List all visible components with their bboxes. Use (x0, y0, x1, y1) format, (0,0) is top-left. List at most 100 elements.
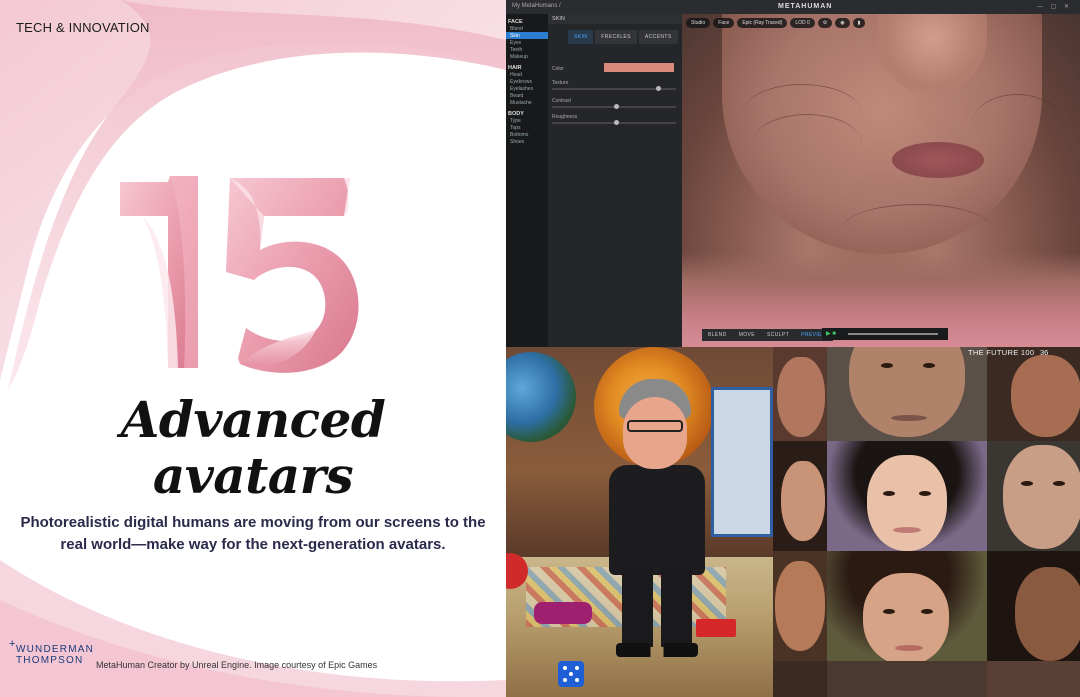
editorial-panel: TECH & INNOVATION Advanced avatars Photo… (0, 0, 506, 697)
metahuman-logo: METAHUMAN (778, 3, 833, 10)
sidebar-item-bottoms[interactable]: Bottoms (506, 131, 548, 138)
sidebar-item-eyebrows[interactable]: Eyebrows (506, 78, 548, 85)
article-title: Advanced avatars (0, 392, 506, 504)
sidebar-item-eyes[interactable]: Eyes (506, 39, 548, 46)
epic-ray-traced-button[interactable]: Epic (Ray Traced) (737, 18, 788, 28)
wrinkle-line (972, 94, 1062, 154)
play-icon[interactable]: ▶ ■ (826, 330, 836, 337)
viewport-toolbar: Studio Face Epic (Ray Traced) LOD 0 ⚙ ◉ … (686, 18, 866, 28)
contrast-property: Contrast (552, 98, 678, 109)
settings-icon[interactable]: ⚙ (817, 18, 833, 28)
sidebar-item-blend[interactable]: Blend (506, 25, 548, 32)
animation-timeline[interactable]: ▶ ■ (822, 328, 948, 340)
sidebar-item-tops[interactable]: Tops (506, 124, 548, 131)
wrinkle-line (842, 204, 992, 254)
title-line-1: Advanced (120, 390, 386, 449)
red-lego-brick (696, 619, 736, 637)
sidebar-item-eyelashes[interactable]: Eyelashes (506, 85, 548, 92)
face-tile (773, 661, 827, 697)
sidebar-item-beard[interactable]: Beard (506, 92, 548, 99)
contrast-slider-knob[interactable] (614, 104, 619, 109)
face-tile-man (987, 441, 1080, 551)
mode-blend[interactable]: BLEND (702, 329, 733, 341)
tab-freckles[interactable]: FRECKLES (595, 30, 637, 44)
figurine-jacket (609, 465, 705, 575)
face-tile-woman-black-hair (827, 441, 987, 551)
lips-render (892, 142, 984, 178)
texture-label: Texture (552, 80, 569, 86)
face-tile (827, 661, 987, 697)
timeline-scrubber[interactable] (848, 333, 938, 335)
face-tile-woman-brown-hair (827, 551, 987, 661)
sidebar-item-shoes[interactable]: Shoes (506, 138, 548, 145)
wrinkle-line (752, 114, 862, 174)
sidebar-item-makeup[interactable]: Makeup (506, 53, 548, 60)
lod-button[interactable]: LOD 0 (790, 18, 815, 28)
mode-sculpt[interactable]: SCULPT (761, 329, 796, 341)
panel-title: SKIN (548, 14, 682, 24)
roughness-property: Roughness (552, 114, 678, 125)
texture-slider[interactable] (552, 86, 676, 91)
face-tile (773, 441, 827, 551)
brand-line-1: WUNDERMAN (16, 644, 95, 655)
skin-color-swatch[interactable] (604, 63, 674, 72)
editor-title-bar: My MetaHumans / METAHUMAN — ▢ ✕ (506, 0, 1080, 14)
toy-car (534, 602, 592, 624)
editor-tab[interactable]: My MetaHumans / (512, 3, 561, 9)
editor-sidebar: FACE Blend Skin Eyes Teeth Makeup HAIR H… (506, 14, 548, 347)
earth-globe-prop (506, 352, 576, 442)
texture-property: Texture (552, 80, 678, 91)
brand-logo: + WUNDERMAN THOMPSON (9, 639, 95, 667)
color-property: Color (552, 63, 678, 72)
figurine-legs (622, 567, 692, 647)
face-tile (987, 551, 1080, 661)
sidebar-item-teeth[interactable]: Teeth (506, 46, 548, 53)
article-subtitle: Photorealistic digital humans are moving… (20, 514, 486, 553)
brand-line-2: THOMPSON (16, 655, 84, 666)
plus-icon: + (9, 638, 17, 650)
studio-button[interactable]: Studio (686, 18, 711, 28)
camera-icon[interactable]: ◉ (835, 18, 850, 28)
face-button[interactable]: Face (713, 18, 735, 28)
skin-tabs: SKIN FRECKLES ACCENTS (568, 30, 678, 44)
color-label: Color (552, 66, 564, 72)
big-number-15 (120, 176, 359, 373)
category-face: FACE (508, 19, 523, 25)
metahuman-editor-screenshot: My MetaHumans / METAHUMAN — ▢ ✕ FACE Ble… (506, 0, 1080, 347)
blue-dice (558, 661, 584, 687)
contrast-label: Contrast (552, 98, 571, 104)
window-controls-icon[interactable]: — ▢ ✕ (1037, 3, 1072, 10)
figurine-head (623, 397, 687, 469)
face-tile (987, 347, 1080, 441)
sidebar-item-skin[interactable]: Skin (506, 32, 548, 39)
category-hair: HAIR (508, 65, 522, 71)
figurine-photo (506, 347, 773, 697)
contrast-slider[interactable] (552, 104, 676, 109)
digital-faces-grid (773, 347, 1080, 697)
category-body: BODY (508, 111, 524, 117)
footer-publication-label: THE FUTURE 100 (968, 348, 1035, 357)
tab-skin[interactable]: SKIN (568, 30, 594, 44)
roughness-slider[interactable] (552, 120, 676, 125)
skin-properties-panel: SKIN SKIN FRECKLES ACCENTS Color Texture… (548, 14, 682, 347)
figurine-glasses (627, 420, 683, 432)
face-tile-older-man (827, 347, 987, 441)
face-tile (773, 551, 827, 661)
background-poster (711, 387, 773, 537)
mode-switcher: BLEND MOVE SCULPT PREVIEW (702, 329, 834, 341)
face-tile (773, 347, 827, 441)
texture-slider-knob[interactable] (656, 86, 661, 91)
sidebar-item-mustache[interactable]: Mustache (506, 99, 548, 106)
title-line-2: avatars (152, 446, 354, 505)
face-tile (987, 661, 1080, 697)
figurine-shoes (616, 643, 698, 657)
sidebar-item-type[interactable]: Type (506, 117, 548, 124)
mode-move[interactable]: MOVE (732, 329, 762, 341)
roughness-slider-knob[interactable] (614, 120, 619, 125)
section-label: TECH & INNOVATION (16, 20, 150, 35)
video-icon[interactable]: ▮ (852, 18, 866, 28)
tab-accents[interactable]: ACCENTS (638, 30, 678, 44)
face-viewport[interactable]: Studio Face Epic (Ray Traced) LOD 0 ⚙ ◉ … (682, 14, 1080, 347)
sidebar-item-head[interactable]: Head (506, 71, 548, 78)
page-number: 36 (1040, 348, 1049, 357)
